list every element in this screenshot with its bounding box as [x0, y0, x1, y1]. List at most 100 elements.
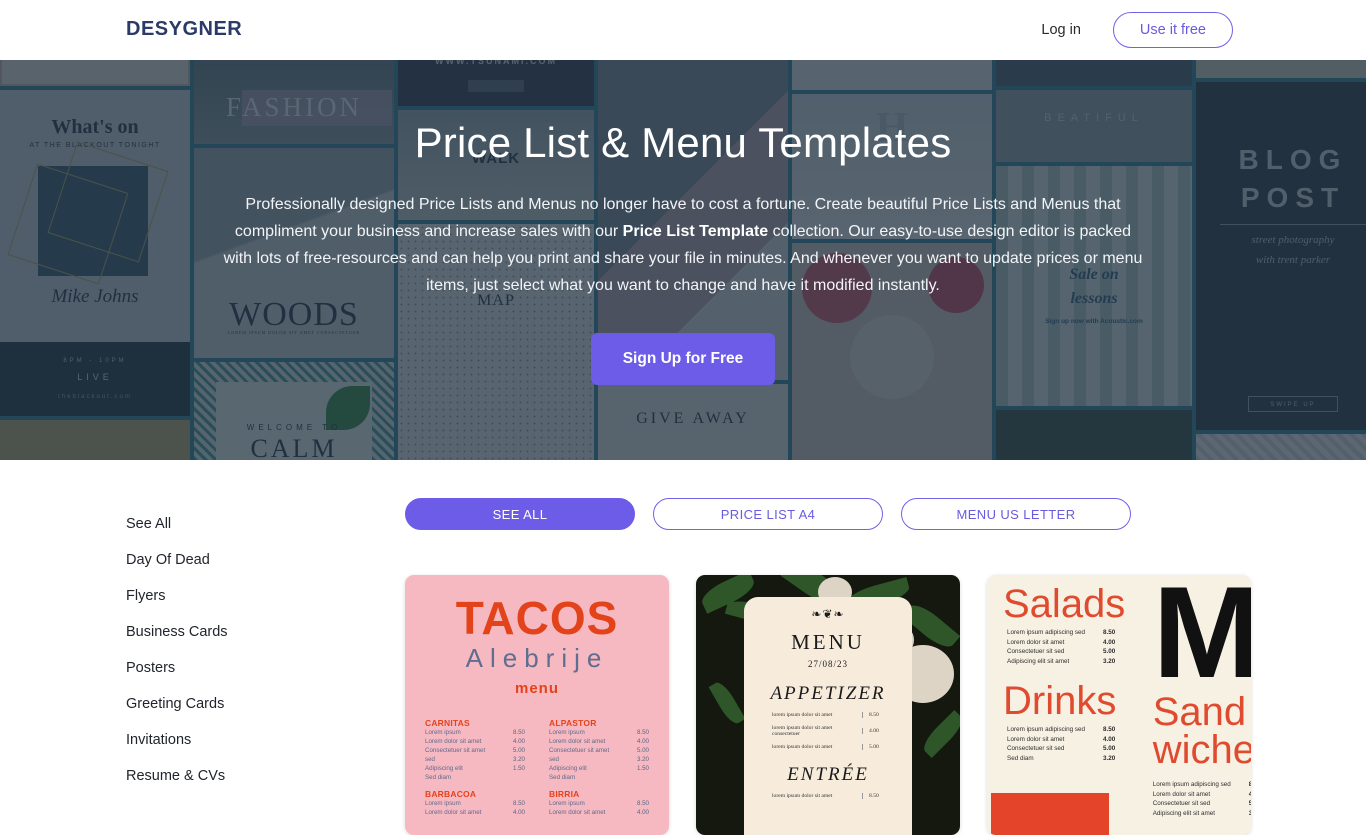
templates-main: SEE ALL PRICE LIST A4 MENU US LETTER TAC…	[405, 498, 1255, 835]
menu-row: Lorem dolor sit amet 4.00	[425, 808, 525, 817]
menu-item-name: Consectetuer sit sed	[1152, 800, 1211, 807]
sandwiches-heading-line1: Sand	[1152, 690, 1247, 734]
menu-item-name: Lorem ipsum adipiscing sed	[1007, 629, 1086, 636]
menu-item-name: Adipiscing elit sit amet	[1152, 809, 1216, 817]
menu-item-name: Lorem ipsum	[549, 800, 585, 807]
menu-item-price: 5.00	[1103, 745, 1116, 752]
templates-section: See All Day Of Dead Flyers Business Card…	[0, 460, 1366, 835]
menu-row: Lorem ipsum 8.50	[425, 799, 525, 808]
menu-row: lorem ipsum dolor sit amet 8.50	[744, 793, 912, 799]
menu-item-price: 8.50	[636, 729, 649, 736]
menu-row: Consectetuer sit amet 5.00	[425, 746, 525, 755]
tacos-menu-column-right: ALPASTOR Lorem ipsum 8.50 Lorem dolor sit…	[549, 711, 649, 817]
menu-row: Lorem dolor sit amet 4.00	[1153, 790, 1251, 800]
menu-row: Lorem dolor sit amet 4.00	[549, 808, 649, 817]
template-card-grid: TACOS Alebrije menu CARNITAS Lorem ipsum…	[405, 575, 1255, 835]
menu-item-price: 8.50	[1248, 781, 1251, 788]
menu-item-name: lorem ipsum dolor sit amet	[772, 744, 833, 750]
menu-item-price: 3.20	[512, 756, 525, 763]
menu-item-price: 4.00	[1248, 790, 1251, 798]
menu-item-price: 8.50	[1103, 726, 1116, 733]
sidebar-item-greeting-cards[interactable]: Greeting Cards	[126, 686, 366, 722]
sidebar-item-day-of-dead[interactable]: Day Of Dead	[126, 542, 366, 578]
menu-item-name: Consectetuer sit sed	[1007, 648, 1065, 655]
sidebar-item-flyers[interactable]: Flyers	[126, 578, 366, 614]
menu-row: Consectetuer sit amet 5.00	[549, 746, 649, 755]
sandwiches-heading-line2: wiches	[1152, 728, 1251, 772]
sidebar-item-business-cards[interactable]: Business Cards	[126, 614, 366, 650]
template-card-floral-menu[interactable]: ❧❦❧ MENU 27/08/23 APPETIZER lorem ipsum …	[696, 575, 960, 835]
menu-item-name: lorem ipsum dolor sit amet	[772, 793, 833, 799]
menu-item-price: 4.00	[1103, 735, 1116, 743]
hero-desc-bold: Price List Template	[622, 223, 769, 240]
site-header: DESYGNER Log in Use it free	[0, 0, 1366, 60]
menu-item-price: 1.50	[636, 765, 649, 772]
tab-see-all[interactable]: SEE ALL	[405, 498, 635, 530]
menu-item-name: Lorem dolor sit amet	[1007, 638, 1065, 646]
menu-item-price: 8.50	[636, 800, 649, 807]
menu-item-price: 8.50	[512, 800, 525, 807]
menu-row: Lorem ipsum adipiscing sed 8.50	[1153, 780, 1251, 790]
menu-row: Lorem ipsum 8.50	[549, 799, 649, 808]
ornament-icon: ❧❦❧	[811, 607, 845, 621]
tacos-section-heading: ALPASTOR	[549, 718, 597, 728]
menu-row: lorem ipsum dolor sit amet 5.00	[744, 744, 912, 750]
category-sidebar: See All Day Of Dead Flyers Business Card…	[126, 506, 366, 794]
menu-row: Adipiscing elit 1.50	[549, 764, 649, 773]
sidebar-item-resume-cvs[interactable]: Resume & CVs	[126, 758, 366, 794]
site-logo[interactable]: DESYGNER	[126, 18, 242, 41]
use-it-free-button[interactable]: Use it free	[1112, 12, 1233, 48]
menu-item-price: 8.50	[1103, 629, 1116, 636]
menu-row: Lorem ipsum 8.50	[425, 728, 525, 737]
tab-menu-us-letter[interactable]: MENU US LETTER	[901, 498, 1131, 530]
menu-item-name: Sed diam	[1007, 754, 1034, 762]
floral-section-appetizer: APPETIZER	[770, 683, 886, 704]
menu-item-price: 8.50	[512, 729, 525, 736]
menu-row: lorem ipsum dolor sit amet consectetuer 4…	[744, 725, 912, 737]
menu-item-name: sed	[549, 756, 559, 763]
menu-row: Lorem dolor sit amet 4.00	[425, 737, 525, 746]
hero-description: Professionally designed Price Lists and …	[223, 191, 1143, 299]
menu-item-name: Lorem dolor sit amet	[549, 738, 606, 745]
menu-item-name: Lorem dolor sit amet	[1007, 735, 1065, 743]
menu-item-price: 4.00	[512, 809, 525, 816]
menu-row: Sed diam	[549, 773, 649, 782]
tab-price-list-a4[interactable]: PRICE LIST A4	[653, 498, 883, 530]
tacos-section-heading: BARBACOA	[425, 789, 477, 799]
sidebar-item-posters[interactable]: Posters	[126, 650, 366, 686]
menu-item-name: Lorem ipsum adipiscing sed	[1152, 781, 1231, 788]
menu-item-name: Lorem ipsum	[425, 800, 461, 807]
template-card-tacos[interactable]: TACOS Alebrije menu CARNITAS Lorem ipsum…	[405, 575, 669, 835]
sidebar-item-invitations[interactable]: Invitations	[126, 722, 366, 758]
login-link[interactable]: Log in	[1037, 16, 1085, 44]
menu-item-name: sed	[425, 756, 435, 763]
floral-menu-date: 27/08/23	[807, 659, 848, 669]
menu-item-price: 4.00	[636, 738, 649, 745]
menu-item-name: lorem ipsum dolor sit amet consectetuer	[772, 725, 833, 737]
template-card-salads[interactable]: M Salads Lorem ipsum adipiscing sed 8.50 …	[987, 575, 1251, 835]
menu-row: sed 3.20	[549, 755, 649, 764]
menu-item-name: lorem ipsum dolor sit amet	[772, 712, 833, 718]
menu-item-name: Lorem dolor sit amet	[425, 809, 482, 816]
sandwiches-heading: Sand wiches	[1152, 690, 1251, 772]
menu-item-price: 5.00	[1103, 648, 1116, 655]
menu-item-name: Lorem ipsum	[549, 729, 585, 736]
sign-up-for-free-button[interactable]: Sign Up for Free	[590, 333, 776, 385]
menu-item-name: Lorem ipsum adipiscing sed	[1007, 726, 1086, 733]
menu-item-name: Adipiscing elit sit amet	[1007, 657, 1070, 665]
menu-row: Adipiscing elit sit amet 3.20	[1153, 809, 1251, 819]
tacos-title: TACOS	[455, 592, 619, 644]
sidebar-item-see-all[interactable]: See All	[126, 506, 366, 542]
menu-item-price: 4.00	[636, 809, 649, 816]
menu-item-name: Consectetuer sit amet	[549, 747, 610, 754]
menu-item-price: 3.20	[636, 756, 649, 763]
menu-item-price: 4.00	[862, 728, 884, 734]
menu-item-name: Sed diam	[549, 774, 576, 781]
floral-menu-title: MENU	[791, 630, 865, 654]
menu-row: Lorem dolor sit amet 4.00	[549, 737, 649, 746]
hero-section: What's on AT THE BLACKOUT TONIGHT Mike J…	[0, 44, 1366, 460]
menu-item-price: 4.00	[512, 738, 525, 745]
salads-red-bar	[991, 793, 1109, 835]
tacos-menu-columns: CARNITAS Lorem ipsum 8.50 Lorem dolor sit…	[405, 711, 669, 817]
menu-item-price: 8.50	[862, 712, 884, 718]
